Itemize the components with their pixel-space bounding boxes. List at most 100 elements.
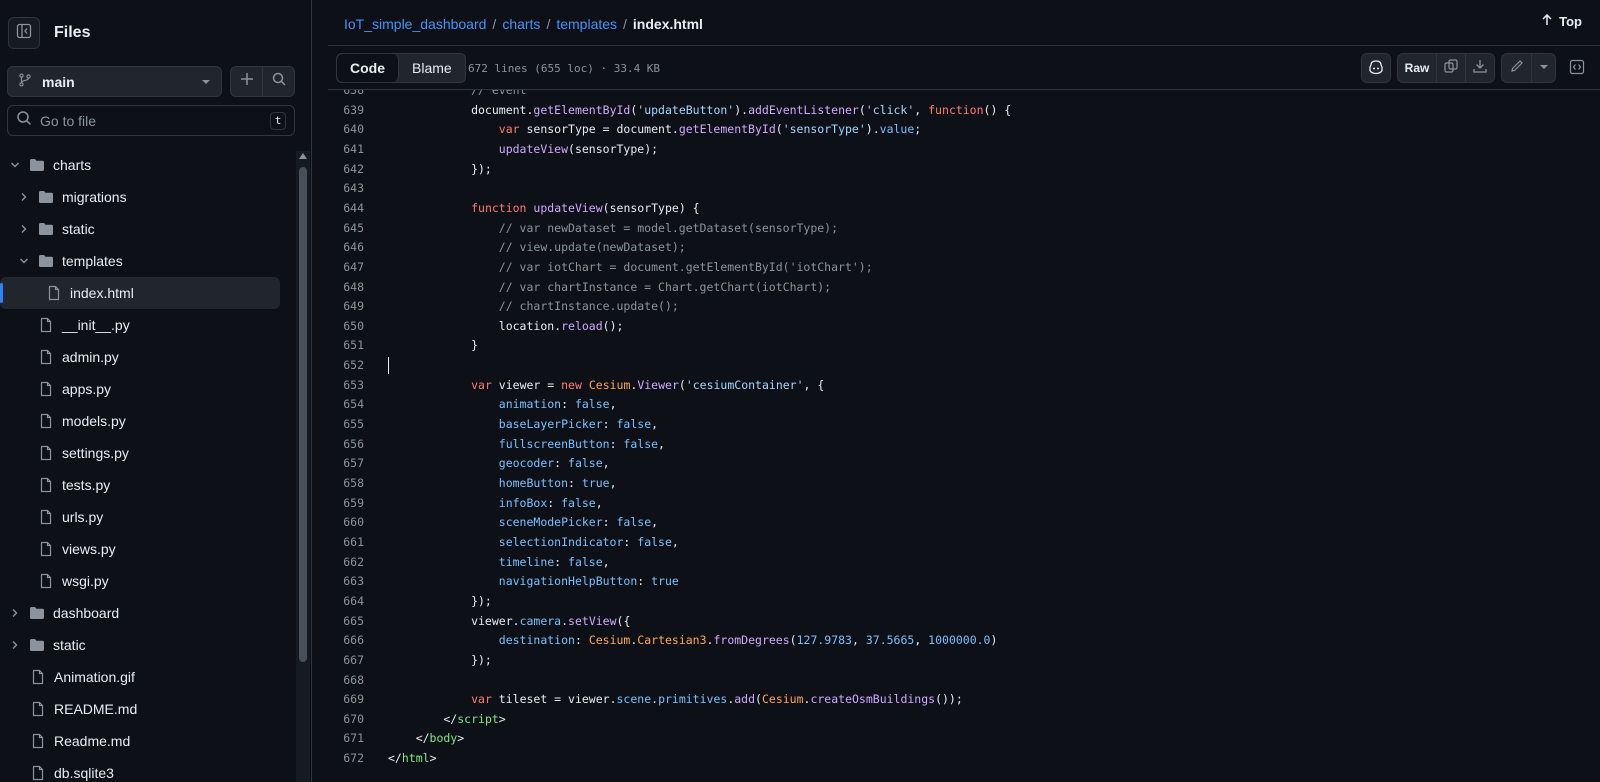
chevron-down-icon[interactable] [16,253,32,269]
line-number[interactable]: 648 [332,277,364,297]
line-number[interactable]: 650 [332,316,364,336]
code-line: 646 // view.update(newDataset); [328,237,1600,257]
line-number[interactable]: 660 [332,512,364,532]
line-number[interactable]: 646 [332,237,364,257]
chevron-right-icon[interactable] [16,221,32,237]
tree-folder-item[interactable]: migrations [0,181,296,213]
line-number[interactable]: 655 [332,414,364,434]
line-number[interactable]: 647 [332,257,364,277]
line-number[interactable]: 645 [332,218,364,238]
tree-file-item[interactable]: settings.py [0,437,296,469]
tree-folder-item[interactable]: charts [0,149,296,181]
breadcrumb-repo-link[interactable]: IoT_simple_dashboard [344,16,486,32]
code-token: document. [388,102,534,117]
tree-file-item[interactable]: models.py [0,405,296,437]
line-number[interactable]: 640 [332,119,364,139]
scrollbar-thumb[interactable] [299,167,307,662]
line-number[interactable]: 671 [332,728,364,748]
line-number[interactable]: 654 [332,394,364,414]
line-content: </script> [388,709,505,729]
tree-item-label: apps.py [62,381,112,397]
code-token: infoBox [498,495,548,510]
chevron-right-icon[interactable] [7,605,23,621]
tree-file-item[interactable]: db.sqlite3 [0,757,296,782]
tree-file-item[interactable]: urls.py [0,501,296,533]
sidebar-scrollbar[interactable] [296,151,310,782]
line-number[interactable]: 651 [332,335,364,355]
line-number[interactable]: 653 [332,375,364,395]
tree-file-item[interactable]: __init__.py [0,309,296,341]
line-number[interactable]: 666 [332,630,364,650]
tab-code[interactable]: Code [337,54,399,82]
tree-file-item[interactable]: wsgi.py [0,565,296,597]
tree-file-item[interactable]: README.md [0,693,296,725]
line-number[interactable]: 657 [332,453,364,473]
line-number[interactable]: 668 [332,670,364,690]
sidebar-collapse-button[interactable] [8,17,40,49]
breadcrumb-templates-link[interactable]: templates [556,16,617,32]
tree-file-item[interactable]: Animation.gif [0,661,296,693]
tree-file-item[interactable]: views.py [0,533,296,565]
line-number[interactable]: 643 [332,178,364,198]
tab-blame[interactable]: Blame [399,54,465,82]
scroll-up-arrow-icon[interactable] [299,153,307,159]
copy-raw-button[interactable] [1436,54,1465,82]
code-line: 665 viewer.camera.setView({ [328,611,1600,631]
scroll-top-button[interactable]: Top [1541,13,1582,29]
breadcrumb-charts-link[interactable]: charts [502,16,540,32]
search-files-button[interactable] [263,67,294,96]
tree-folder-item[interactable]: static [0,213,296,245]
line-content: var tileset = viewer.scene.primitives.ad… [388,689,963,709]
code-token: navigationHelpButton [498,574,638,589]
tree-item-label: tests.py [62,477,111,493]
line-number[interactable]: 659 [332,493,364,513]
branch-select-button[interactable]: main [7,66,222,97]
tree-file-item[interactable]: Readme.md [0,725,296,757]
add-file-button[interactable] [231,67,263,96]
line-number[interactable]: 658 [332,473,364,493]
code-token: : [554,456,569,471]
tree-file-item[interactable]: tests.py [0,469,296,501]
line-number[interactable]: 641 [332,139,364,159]
tree-file-item[interactable]: apps.py [0,373,296,405]
chevron-right-icon[interactable] [7,637,23,653]
tree-folder-item[interactable]: dashboard [0,597,296,629]
line-number[interactable]: 644 [332,198,364,218]
line-number[interactable]: 649 [332,296,364,316]
go-to-file-field[interactable]: t [7,105,295,136]
tree-file-item[interactable]: admin.py [0,341,296,373]
code-token: value [879,122,915,137]
tree-folder-item[interactable]: templates [0,245,296,277]
code-line: 664 }); [328,591,1600,611]
line-content: } [388,335,478,355]
line-number[interactable]: 639 [332,100,364,120]
chevron-down-icon[interactable] [7,157,23,173]
line-number[interactable]: 664 [332,591,364,611]
line-number[interactable]: 652 [332,355,364,375]
symbols-panel-button[interactable] [1562,53,1592,83]
edit-file-button[interactable] [1502,54,1531,82]
copilot-button[interactable] [1361,53,1391,83]
go-to-file-input[interactable] [40,112,270,129]
download-button[interactable] [1465,54,1494,82]
line-number[interactable]: 662 [332,552,364,572]
line-number[interactable]: 665 [332,611,364,631]
line-number[interactable]: 642 [332,159,364,179]
tree-folder-item[interactable]: static [0,629,296,661]
tree-file-item[interactable]: index.html [0,277,280,309]
line-number[interactable]: 672 [332,748,364,768]
line-number[interactable]: 670 [332,709,364,729]
line-number[interactable]: 663 [332,571,364,591]
raw-button[interactable]: Raw [1398,54,1436,82]
line-number[interactable]: 656 [332,434,364,454]
chevron-right-icon[interactable] [16,189,32,205]
line-number[interactable]: 669 [332,689,364,709]
line-number[interactable]: 661 [332,532,364,552]
edit-options-button[interactable] [1531,54,1555,82]
code-view[interactable]: 638 // event 639 document.getElementById(… [328,90,1600,782]
line-number[interactable]: 638 [332,90,364,100]
code-token: true [581,476,610,490]
file-tree: charts migrations static templates index.htm… [0,149,296,782]
line-number[interactable]: 667 [332,650,364,670]
